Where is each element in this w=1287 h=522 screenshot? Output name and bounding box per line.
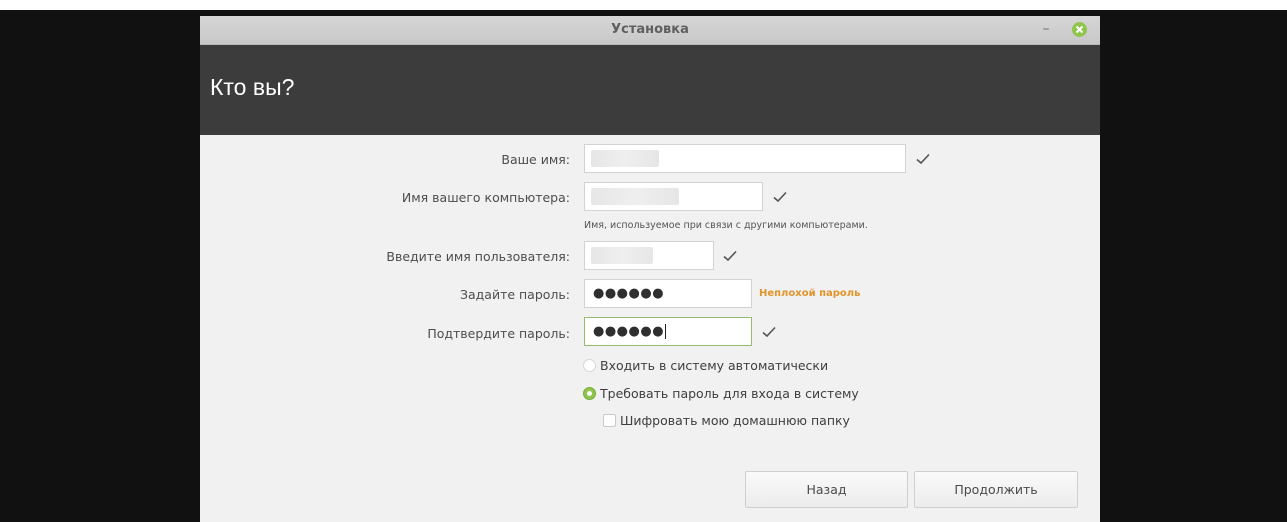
confirm-password-content: ●●●●●● — [593, 323, 667, 340]
username-label: Введите имя пользователя: — [386, 249, 570, 264]
username-valid-check-icon — [723, 250, 737, 262]
encrypt-home-label: Шифровать мою домашнюю папку — [620, 413, 850, 428]
password-value: ●●●●●● — [593, 286, 665, 301]
redacted-value — [591, 150, 659, 167]
page-header: Кто вы? — [200, 45, 1100, 135]
window-title: Установка — [611, 22, 689, 37]
name-label: Ваше имя: — [501, 152, 570, 167]
name-valid-check-icon — [916, 153, 930, 165]
close-icon — [1075, 25, 1084, 34]
encrypt-home-checkbox[interactable] — [603, 414, 616, 427]
minimize-button[interactable]: – — [1037, 20, 1055, 38]
confirm-password-valid-check-icon — [762, 326, 776, 338]
autologin-radio[interactable] — [583, 359, 596, 372]
require-password-label: Требовать пароль для входа в систему — [600, 386, 859, 401]
redacted-value — [591, 188, 679, 205]
page-title: Кто вы? — [210, 74, 295, 100]
computer-name-label: Имя вашего компьютера: — [401, 190, 570, 205]
autologin-label: Входить в систему автоматически — [600, 358, 829, 373]
back-button[interactable]: Назад — [745, 471, 908, 508]
confirm-password-value: ●●●●●● — [593, 324, 665, 339]
password-field[interactable]: ●●●●●● — [584, 279, 752, 308]
installer-window: Установка – Кто вы? Ваше имя: Имя вашего… — [200, 16, 1100, 522]
computer-name-hint: Имя, используемое при связи с другими ко… — [584, 220, 868, 231]
password-strength-label: Неплохой пароль — [759, 288, 861, 299]
text-caret — [665, 324, 667, 339]
password-label: Задайте пароль: — [459, 287, 570, 302]
computer-name-field[interactable] — [584, 182, 763, 211]
continue-button[interactable]: Продолжить — [914, 471, 1078, 508]
title-bar: Установка – — [200, 16, 1100, 45]
confirm-password-field[interactable]: ●●●●●● — [584, 317, 752, 346]
require-password-radio[interactable] — [583, 387, 596, 400]
redacted-value — [591, 247, 653, 264]
name-field[interactable] — [584, 144, 906, 173]
confirm-password-label: Подтвердите пароль: — [427, 326, 570, 341]
username-field[interactable] — [584, 241, 714, 270]
computer-name-valid-check-icon — [773, 191, 787, 203]
close-button[interactable] — [1072, 22, 1087, 37]
